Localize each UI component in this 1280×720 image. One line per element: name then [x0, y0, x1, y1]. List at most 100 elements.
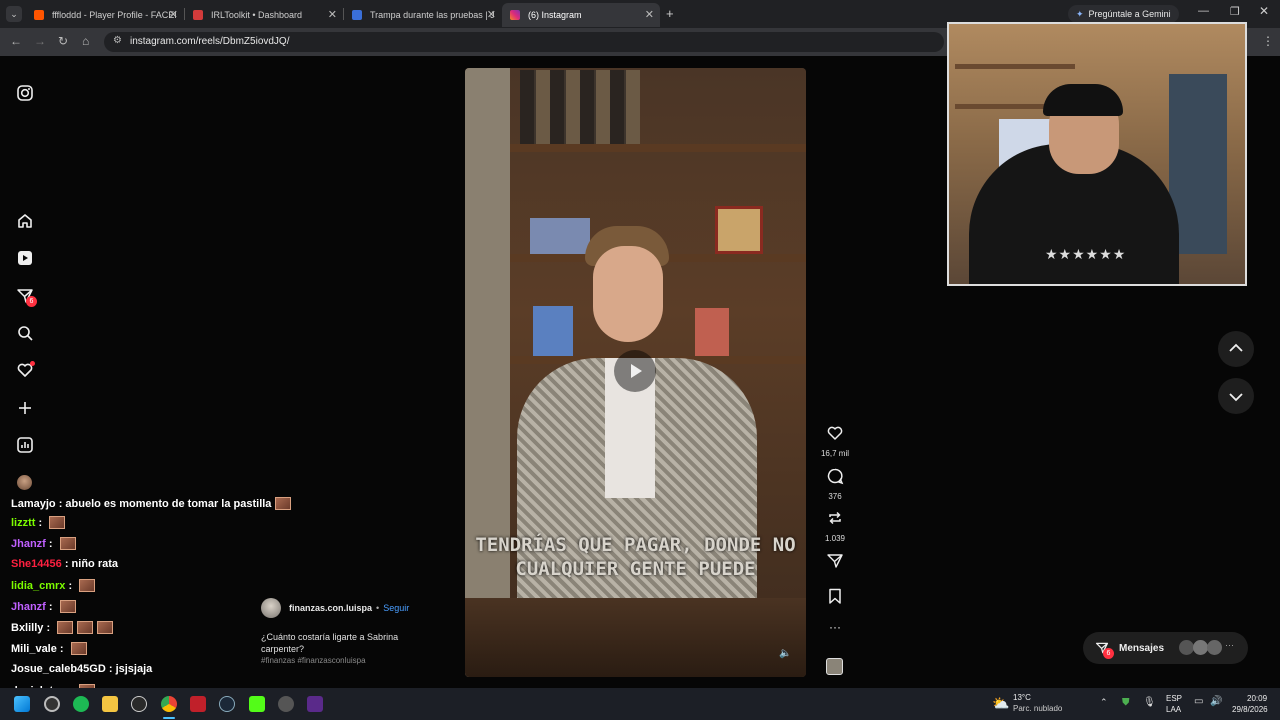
- tab-title: (6) Instagram: [528, 10, 582, 20]
- mm-app-icon[interactable]: [307, 696, 323, 712]
- previous-reel-button[interactable]: [1218, 331, 1254, 367]
- address-bar[interactable]: ⚙ instagram.com/reels/DbmZ5iovdJQ/: [104, 32, 944, 52]
- kick-icon[interactable]: [249, 696, 265, 712]
- chat-separator: :: [35, 516, 46, 529]
- chat-message: lizztt :: [11, 516, 66, 529]
- like-action[interactable]: 16,7 mil: [818, 424, 852, 458]
- video-app-icon[interactable]: [190, 696, 206, 712]
- close-tab-icon[interactable]: ✕: [487, 8, 496, 21]
- save-action[interactable]: [818, 587, 852, 610]
- minimize-icon[interactable]: —: [1198, 5, 1209, 17]
- tab-title: Trampa durante las pruebas | Ju: [370, 10, 495, 20]
- maximize-icon[interactable]: ❐: [1230, 5, 1240, 18]
- create-plus-icon[interactable]: [16, 399, 34, 417]
- play-icon: [631, 364, 642, 378]
- settings-gear-icon[interactable]: [278, 696, 294, 712]
- volume-icon[interactable]: 🔈: [779, 648, 791, 659]
- author-username[interactable]: finanzas.con.luispa: [289, 603, 372, 613]
- video-caption-line2: CUALQUIER GENTE PUEDE: [515, 558, 756, 580]
- volume-tray-icon[interactable]: 🔊: [1210, 696, 1222, 707]
- comment-action[interactable]: 376: [818, 467, 852, 501]
- tab-instagram[interactable]: (6) Instagram ✕: [502, 3, 660, 27]
- messages-button[interactable]: 6 Mensajes ···: [1083, 632, 1248, 664]
- language-ind-2[interactable]: LAA: [1166, 705, 1181, 714]
- book-row: [520, 70, 640, 144]
- chat-message: She14456 : niño rata: [11, 558, 118, 570]
- reload-icon[interactable]: ↻: [58, 34, 68, 48]
- profile-avatar[interactable]: [17, 475, 32, 490]
- play-button[interactable]: [614, 350, 656, 392]
- steam-icon[interactable]: [219, 696, 235, 712]
- chat-separator: :: [45, 537, 56, 550]
- close-tab-icon[interactable]: ✕: [169, 8, 178, 21]
- tab-title: IRLToolkit • Dashboard: [211, 10, 303, 20]
- next-reel-button[interactable]: [1218, 378, 1254, 414]
- chat-emote-icon: [97, 621, 114, 634]
- tab-irltoolkit[interactable]: IRLToolkit • Dashboard ✕: [185, 3, 343, 27]
- chat-message: Lamayjo : abuelo es momento de tomar la …: [11, 497, 292, 510]
- heart-icon[interactable]: [826, 424, 844, 442]
- tab-list-button[interactable]: ⌄: [6, 6, 22, 22]
- chat-username: Jhanzf: [11, 537, 46, 550]
- 4k-app-icon[interactable]: [131, 696, 147, 712]
- more-options-icon[interactable]: ···: [818, 620, 852, 634]
- windows-start-icon[interactable]: [14, 696, 30, 712]
- windows-taskbar: ⛅ 13°C Parc. nublado ⌃ ⛊ 🎙 ESP LAA ▭ 🔊 2…: [0, 688, 1280, 720]
- chat-separator: :: [105, 663, 116, 675]
- clock-date[interactable]: 29/8/2026: [1232, 705, 1268, 714]
- browser-menu-icon[interactable]: ⋮: [1262, 34, 1274, 48]
- close-tab-icon[interactable]: ✕: [328, 8, 337, 21]
- search-icon[interactable]: [16, 324, 34, 342]
- new-tab-button[interactable]: +: [666, 6, 674, 21]
- chat-separator: :: [56, 642, 67, 655]
- bookmark-icon[interactable]: [826, 587, 844, 605]
- chrome-icon[interactable]: [161, 696, 177, 712]
- post-hashtags[interactable]: #finanzas #finanzasconluispa: [261, 656, 366, 665]
- audio-thumbnail[interactable]: [826, 658, 843, 675]
- comment-icon[interactable]: [826, 467, 844, 485]
- video-caption-line1: TENDRÍAS QUE PAGAR, DONDE NO: [475, 534, 796, 556]
- forward-arrow-icon[interactable]: →: [34, 34, 46, 48]
- network-icon[interactable]: ▭: [1194, 696, 1203, 707]
- streamer-webcam: ★★★★★★: [947, 22, 1247, 286]
- instagram-logo-icon[interactable]: [16, 84, 34, 102]
- activity-dot: [30, 361, 35, 366]
- post-author[interactable]: finanzas.con.luispa • Seguir: [261, 598, 409, 618]
- tab-trampa[interactable]: Trampa durante las pruebas | Ju ✕: [344, 3, 502, 27]
- chevron-up-icon: [1229, 343, 1243, 352]
- photo-frame: [533, 306, 573, 356]
- url-text[interactable]: instagram.com/reels/DbmZ5iovdJQ/: [130, 36, 290, 47]
- back-arrow-icon[interactable]: ←: [10, 34, 22, 48]
- tab-faceit[interactable]: fffloddd - Player Profile - FACEIT ✕: [26, 3, 184, 27]
- site-info-icon[interactable]: ⚙: [113, 35, 122, 46]
- avatar: [1193, 640, 1208, 655]
- home-icon[interactable]: ⌂: [82, 34, 89, 48]
- follow-button[interactable]: Seguir: [383, 603, 409, 613]
- dot-separator: •: [376, 603, 380, 613]
- home-nav-icon[interactable]: [16, 212, 34, 230]
- file-explorer-icon[interactable]: [102, 696, 118, 712]
- weather-desc: Parc. nublado: [1013, 704, 1063, 713]
- spotify-icon[interactable]: [73, 696, 89, 712]
- clock-time[interactable]: 20:09: [1247, 694, 1267, 703]
- streamer-cap: [1043, 84, 1123, 116]
- gemini-button[interactable]: ✦ Pregúntale a Gemini: [1068, 5, 1179, 23]
- chat-emote-icon: [70, 642, 87, 655]
- close-tab-icon[interactable]: ✕: [645, 8, 654, 21]
- author-avatar[interactable]: [261, 598, 281, 618]
- microphone-icon[interactable]: 🎙: [1143, 697, 1156, 708]
- obs-icon[interactable]: [44, 696, 60, 712]
- chat-message: Bxlilly :: [11, 621, 114, 634]
- reels-nav-icon[interactable]: [16, 249, 34, 267]
- share-send-icon[interactable]: [826, 552, 844, 570]
- repost-action[interactable]: 1.039: [818, 509, 852, 543]
- tray-shield-icon[interactable]: ⛊: [1122, 697, 1130, 708]
- weather-widget[interactable]: ⛅ 13°C Parc. nublado: [992, 693, 1082, 715]
- tray-expand-icon[interactable]: ⌃: [1100, 697, 1108, 708]
- close-window-icon[interactable]: ✕: [1259, 4, 1269, 18]
- dashboard-nav-icon[interactable]: [16, 436, 34, 454]
- repost-icon[interactable]: [826, 509, 844, 527]
- share-action[interactable]: [818, 552, 852, 575]
- language-ind-1[interactable]: ESP: [1166, 694, 1182, 703]
- reel-video[interactable]: TENDRÍAS QUE PAGAR, DONDE NO CUALQUIER G…: [465, 68, 806, 677]
